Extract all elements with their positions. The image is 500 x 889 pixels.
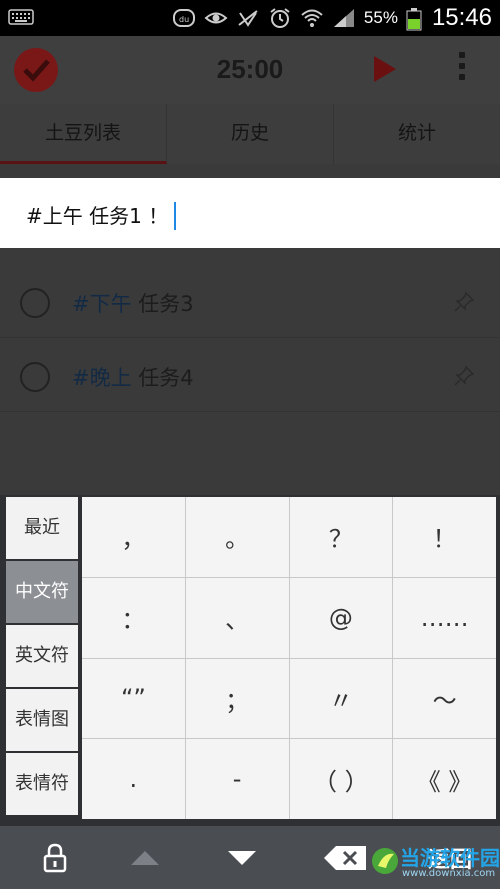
lock-icon[interactable] — [20, 826, 90, 889]
app-bar: 25:00 — [0, 36, 500, 104]
cell-signal-icon — [332, 7, 356, 29]
status-bar: du 55% 15:46 — [0, 0, 500, 36]
task-text: #晚上 任务4 — [72, 362, 194, 392]
task-list: #下午 任务3 #晚上 任务4 — [0, 249, 500, 495]
symbol-key[interactable]: ， — [82, 497, 185, 577]
text-caret — [174, 201, 177, 230]
task-input[interactable]: #上午 任务1 ！ — [26, 200, 177, 230]
complete-checkbox[interactable] — [20, 362, 50, 392]
overflow-menu-icon[interactable] — [456, 52, 468, 88]
backspace-icon[interactable] — [315, 826, 375, 889]
symbol-key[interactable]: “” — [82, 658, 185, 739]
task-title: 任务3 — [131, 292, 194, 316]
symbol-key[interactable]: @ — [289, 577, 393, 658]
baidu-icon: du — [172, 7, 196, 29]
timer-display: 25:00 — [216, 54, 284, 84]
symbol-key[interactable]: ～ — [393, 658, 496, 739]
page-up-icon[interactable] — [110, 826, 180, 889]
pin-icon[interactable] — [452, 364, 476, 388]
task-tag: #下午 — [72, 292, 132, 316]
category-chinese-symbols[interactable]: 中文符 — [6, 561, 78, 623]
symbol-key[interactable]: ！ — [393, 497, 496, 577]
pin-icon[interactable] — [452, 290, 476, 314]
task-input-value: #上午 任务1 ！ — [26, 204, 169, 228]
list-item[interactable]: #下午 任务3 — [0, 266, 500, 338]
symbol-key[interactable]: …… — [393, 577, 496, 658]
symbol-grid: ， 。 ？ ！ ： 、 @ …… “” ； 〃 ～ . - （ ） 《 》 — [82, 497, 496, 819]
category-emoji-images[interactable]: 表情图 — [6, 689, 78, 751]
symbol-key[interactable]: . — [82, 739, 185, 819]
symbol-key[interactable]: （ ） — [289, 739, 393, 819]
list-item[interactable]: #晚上 任务4 — [0, 340, 500, 412]
svg-text:du: du — [179, 15, 189, 24]
complete-checkbox[interactable] — [20, 288, 50, 318]
tab-bar: 土豆列表 历史 统计 — [0, 104, 500, 164]
symbol-key[interactable]: ： — [82, 577, 185, 658]
battery-icon — [406, 7, 422, 31]
task-input-bar[interactable]: #上午 任务1 ！ — [0, 178, 500, 248]
symbol-key[interactable]: ？ — [289, 497, 393, 577]
no-signal-icon — [236, 7, 260, 29]
symbol-key[interactable]: ； — [185, 658, 289, 739]
category-english-symbols[interactable]: 英文符 — [6, 625, 78, 687]
tab-statistics[interactable]: 统计 — [334, 104, 500, 164]
task-text: #下午 任务3 — [72, 288, 194, 318]
eye-icon — [204, 7, 228, 29]
alarm-icon — [268, 7, 292, 29]
clock: 15:46 — [431, 4, 492, 31]
task-tag: #晚上 — [72, 366, 132, 390]
symbol-key[interactable]: 《 》 — [393, 739, 496, 819]
tab-history[interactable]: 历史 — [167, 104, 334, 164]
symbol-key[interactable]: 。 — [185, 497, 289, 577]
watermark-url: www.downxia.com — [402, 868, 496, 879]
keyboard-icon — [8, 8, 34, 30]
symbol-key[interactable]: 〃 — [289, 658, 393, 739]
play-icon[interactable] — [374, 56, 396, 82]
category-recent[interactable]: 最近 — [6, 497, 78, 559]
symbol-key[interactable]: 、 — [185, 577, 289, 658]
tab-potato-list[interactable]: 土豆列表 — [0, 104, 167, 164]
tomato-check-logo-icon[interactable] — [14, 48, 58, 92]
page-down-icon[interactable] — [207, 826, 277, 889]
category-emoticons[interactable]: 表情符 — [6, 753, 78, 815]
watermark-text: 当游软件园 — [400, 846, 500, 870]
wifi-icon — [300, 7, 324, 29]
battery-percent: 55% — [363, 8, 398, 27]
symbol-key[interactable]: - — [185, 739, 289, 819]
task-title: 任务4 — [131, 366, 194, 390]
